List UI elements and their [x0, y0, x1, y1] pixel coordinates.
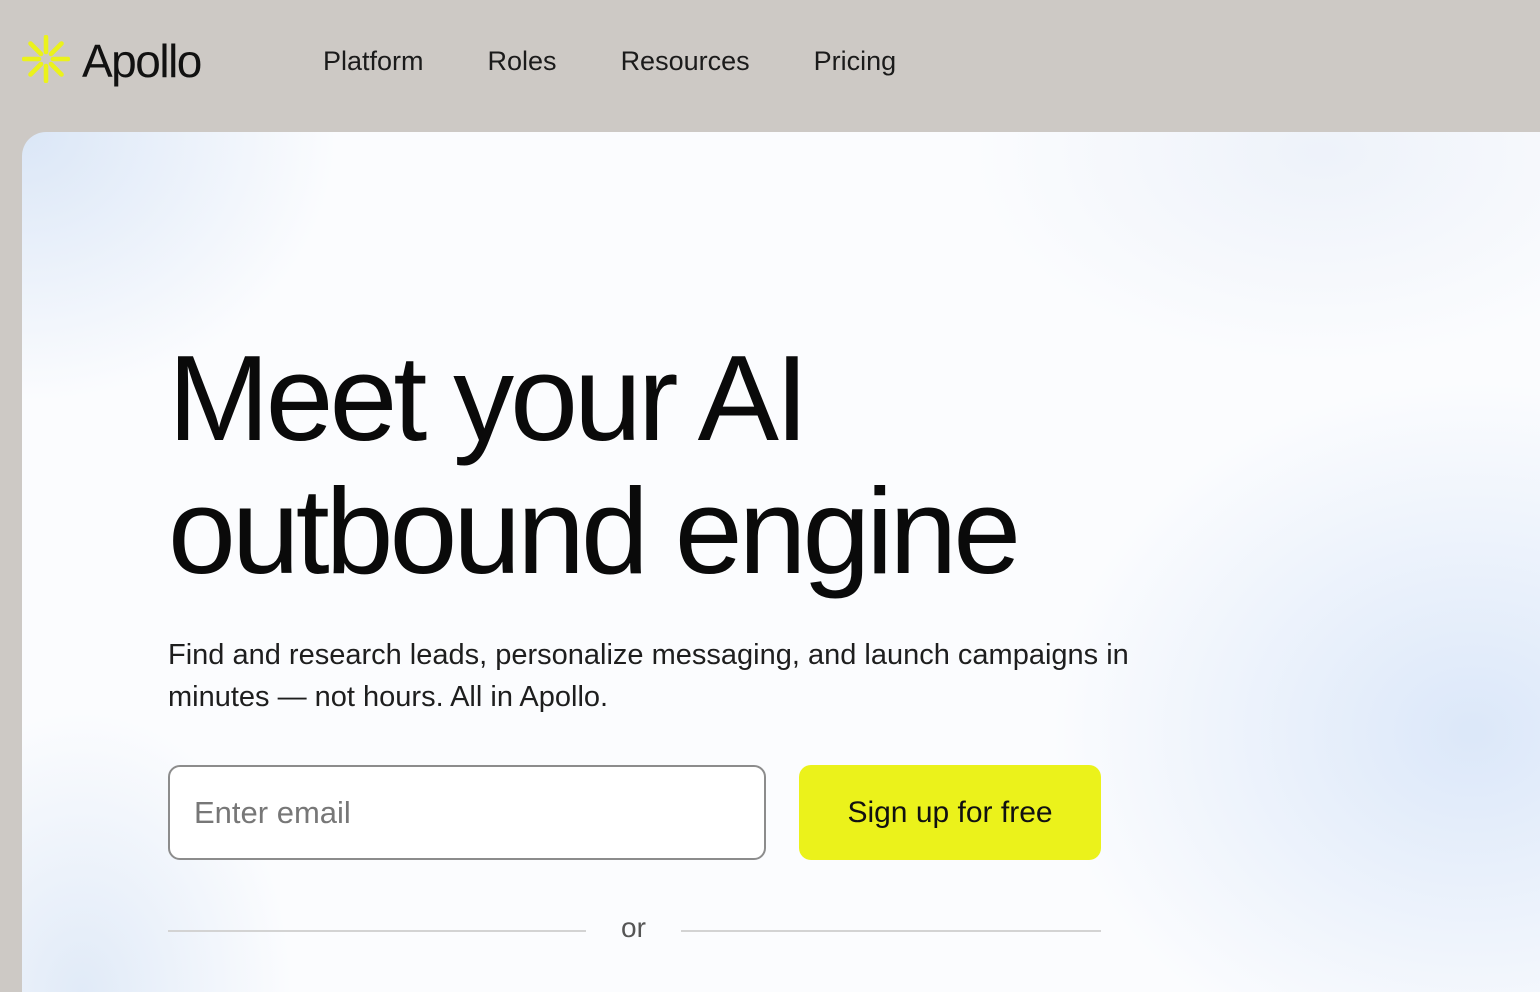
nav-item-resources[interactable]: Resources [621, 44, 750, 78]
brand-name: Apollo [82, 35, 202, 87]
divider-line-right [681, 930, 1101, 932]
nav-item-platform[interactable]: Platform [323, 44, 424, 78]
apollo-logo[interactable]: Apollo [22, 33, 202, 87]
headline-line-1: Meet your AI [168, 330, 809, 466]
hero-panel: Meet your AI outbound engine Find and re… [22, 132, 1540, 992]
sunburst-logo-icon [22, 35, 70, 83]
hero-headline: Meet your AI outbound engine [168, 330, 1021, 599]
divider-text: or [621, 912, 646, 943]
divider-line-left [168, 930, 586, 932]
top-navigation-bar: Apollo Platform Roles Resources Pricing [0, 0, 1540, 132]
sign-up-button[interactable]: Sign up for free [799, 765, 1101, 860]
headline-line-2: outbound engine [168, 463, 1021, 599]
main-nav: Platform Roles Resources Pricing [323, 44, 960, 78]
hero-subhead: Find and research leads, personalize mes… [168, 639, 1129, 713]
or-divider: or [168, 910, 1101, 950]
nav-item-pricing[interactable]: Pricing [814, 44, 897, 78]
email-input[interactable] [168, 765, 766, 860]
nav-item-roles[interactable]: Roles [488, 44, 557, 78]
